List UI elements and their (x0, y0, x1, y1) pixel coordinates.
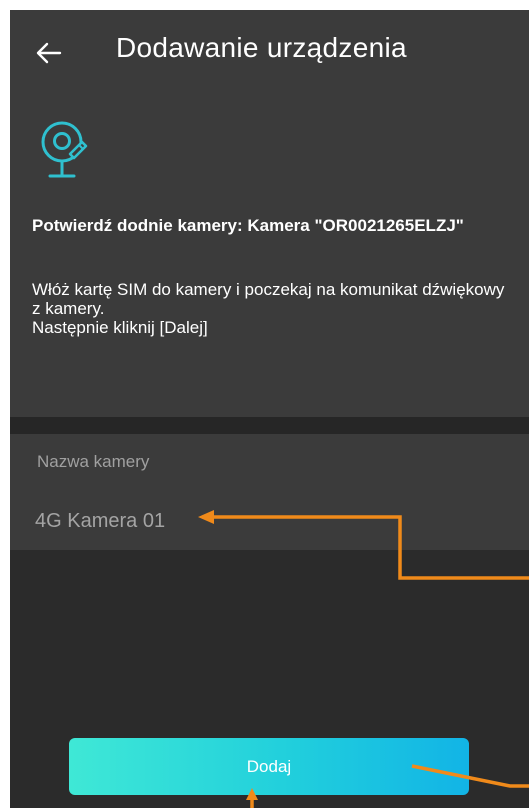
instruction-line-1: Włóż kartę SIM do kamery i poczekaj na k… (32, 280, 505, 318)
instruction-line-2: Następnie kliknij [Dalej] (32, 318, 208, 337)
add-button[interactable]: Dodaj (69, 738, 469, 795)
camera-name-panel: Nazwa kamery (10, 434, 529, 550)
camera-name-label: Nazwa kamery (37, 452, 150, 471)
device-info-panel: Dodawanie urządzenia Potwierdź dodnie ka… (10, 10, 529, 417)
instruction-text: Włóż kartę SIM do kamery i poczekaj na k… (32, 280, 512, 337)
section-divider (10, 417, 529, 434)
camera-name-input[interactable] (35, 508, 205, 534)
arrow-left-icon (36, 42, 62, 64)
confirm-camera-text: Potwierdź dodnie kamery: Kamera "OR00212… (32, 216, 464, 235)
add-device-screen: Dodawanie urządzenia Potwierdź dodnie ka… (10, 10, 529, 808)
back-button[interactable] (34, 38, 64, 68)
page-title: Dodawanie urządzenia (116, 32, 407, 63)
camera-icon (41, 121, 88, 178)
